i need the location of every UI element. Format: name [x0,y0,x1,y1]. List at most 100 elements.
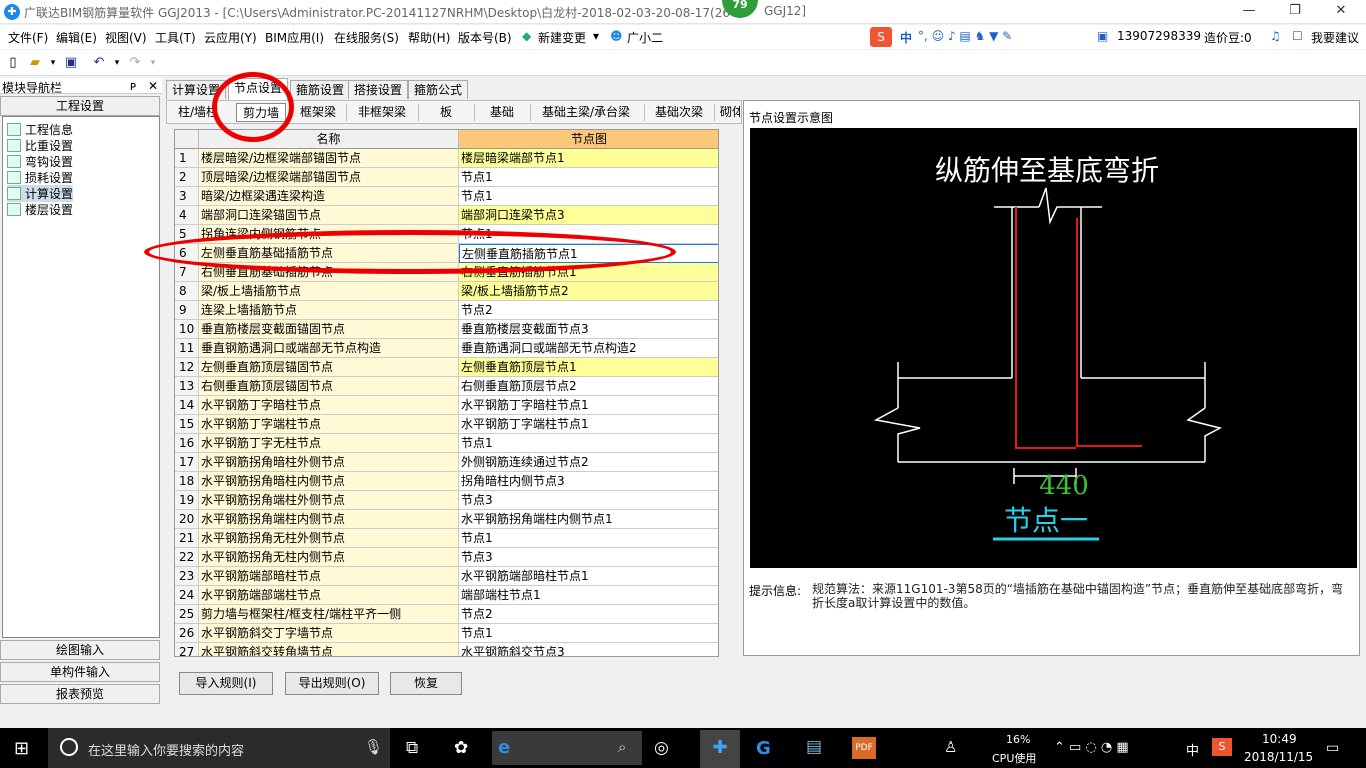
tab-stirrup-settings[interactable]: 箍筋设置 [290,80,351,99]
cost-beans[interactable]: 造价豆:0 [1204,29,1252,46]
taskbar-search[interactable]: 在这里输入你要搜索的内容 🎙 [48,728,390,768]
people-icon[interactable]: ♙ [944,738,957,756]
node-name-cell[interactable]: 左侧垂直筋顶层锚固节点 [199,358,459,377]
nav-item-calc-settings[interactable]: 计算设置 [7,185,74,202]
bell-icon[interactable]: ♫ [1270,29,1281,43]
ime-indicator[interactable]: 中 [1186,740,1199,759]
table-row[interactable]: 2 顶层暗梁/边框梁端部锚固节点 节点1 [175,168,718,187]
row-number[interactable]: 9 [175,301,199,320]
tab-nonframe-beam[interactable]: 非框架梁 [352,103,412,122]
row-number[interactable]: 19 [175,491,199,510]
nav-item-project-info[interactable]: 工程信息 [7,121,73,138]
table-row[interactable]: 16 水平钢筋丁字无柱节点 节点1 [175,434,718,453]
row-number[interactable]: 16 [175,434,199,453]
close-icon[interactable]: ✕ [148,79,158,93]
node-name-cell[interactable]: 水平钢筋斜交丁字墙节点 [199,624,459,643]
row-number[interactable]: 13 [175,377,199,396]
table-row[interactable]: 13 右侧垂直筋顶层锚固节点 右侧垂直筋顶层节点2 [175,377,718,396]
node-name-cell[interactable]: 暗梁/边框梁遇连梁构造 [199,187,459,206]
nav-item-weight[interactable]: 比重设置 [7,137,73,154]
row-number[interactable]: 4 [175,206,199,225]
tab-foundation-secondary-beam[interactable]: 基础次梁 [649,103,709,122]
tab-masonry[interactable]: 砌体 [718,103,740,122]
nav-drawing-input[interactable]: 绘图输入 [0,640,160,660]
suggest-link[interactable]: 我要建议 [1311,29,1359,46]
table-row[interactable]: 3 暗梁/边框梁遇连梁构造 节点1 [175,187,718,206]
chevron-down-icon[interactable]: ▾ [44,54,62,72]
node-diagram-cell[interactable]: 节点1 [459,187,718,206]
ime-tools-icon[interactable]: °, ☺ ♪ ▤ ♞ ▼ ✎ [918,29,1012,43]
notification-icon[interactable]: ▭ [1326,740,1339,756]
user-phone[interactable]: 13907298339 [1117,29,1201,43]
node-diagram-cell[interactable]: 水平钢筋丁字端柱节点1 [459,415,718,434]
node-name-cell[interactable]: 水平钢筋斜交转角墙节点 [199,643,459,656]
node-diagram-cell[interactable]: 左侧垂直筋顶层节点1 [459,358,718,377]
new-file-icon[interactable]: ▯ [4,54,22,72]
table-row[interactable]: 10 垂直筋楼层变截面锚固节点 垂直筋楼层变截面节点3 [175,320,718,339]
table-row[interactable]: 1 楼层暗梁/边框梁端部锚固节点 楼层暗梁端部节点1 [175,149,718,168]
row-number[interactable]: 25 [175,605,199,624]
tab-slab[interactable]: 板 [430,103,462,122]
menu-file[interactable]: 文件(F) [8,29,48,46]
node-diagram-cell[interactable]: 节点1 [459,168,718,187]
microphone-icon[interactable]: 🎙 [364,738,383,756]
nav-section-project-settings[interactable]: 工程设置 [0,96,160,116]
ime-lang[interactable]: 中 [900,29,912,46]
row-number[interactable]: 20 [175,510,199,529]
row-number[interactable]: 14 [175,396,199,415]
row-number[interactable]: 17 [175,453,199,472]
chevron-down-icon[interactable]: ▾ [108,54,126,72]
node-name-cell[interactable]: 楼层暗梁/边框梁端部锚固节点 [199,149,459,168]
undo-icon[interactable]: ↶ [90,54,108,72]
node-name-cell[interactable]: 水平钢筋丁字无柱节点 [199,434,459,453]
menu-edit[interactable]: 编辑(E) [56,29,97,46]
row-number[interactable]: 2 [175,168,199,187]
import-rules-button[interactable]: 导入规则(I) [179,672,273,695]
table-row[interactable]: 9 连梁上墙插筋节点 节点2 [175,301,718,320]
menu-online[interactable]: 在线服务(S) [334,29,399,46]
table-row[interactable]: 8 梁/板上墙插筋节点 梁/板上墙插筋节点2 [175,282,718,301]
row-number[interactable]: 18 [175,472,199,491]
windows-start-icon[interactable]: ⊞ [14,738,29,759]
maximize-button[interactable]: ❐ [1272,0,1318,24]
pinwheel-icon[interactable]: ✿ [454,738,468,758]
table-row[interactable]: 11 垂直钢筋遇洞口或端部无节点构造 垂直筋遇洞口或端部无节点构造2 [175,339,718,358]
tab-foundation-main-beam[interactable]: 基础主梁/承台梁 [536,103,636,122]
node-name-cell[interactable]: 梁/板上墙插筋节点 [199,282,459,301]
sogou-tray-icon[interactable]: S [1212,738,1232,756]
node-name-cell[interactable]: 水平钢筋端部端柱节点 [199,586,459,605]
node-diagram-cell[interactable]: 端部端柱节点1 [459,586,718,605]
node-name-cell[interactable]: 垂直筋楼层变截面锚固节点 [199,320,459,339]
table-row[interactable]: 15 水平钢筋丁字端柱节点 水平钢筋丁字端柱节点1 [175,415,718,434]
node-diagram-cell[interactable]: 外侧钢筋连续通过节点2 [459,453,718,472]
pdf-app-icon[interactable]: PDF [852,737,876,759]
node-diagram-cell[interactable]: 节点2 [459,301,718,320]
chevron-down-icon[interactable]: ▾ [593,29,599,43]
table-row[interactable]: 20 水平钢筋拐角端柱内侧节点 水平钢筋拐角端柱内侧节点1 [175,510,718,529]
nav-item-floor[interactable]: 楼层设置 [7,201,73,218]
ie-browser-button[interactable]: e ⌕ [492,731,642,765]
node-name-cell[interactable]: 水平钢筋丁字端柱节点 [199,415,459,434]
close-button[interactable]: ✕ [1318,0,1364,24]
node-diagram-cell[interactable]: 水平钢筋拐角端柱内侧节点1 [459,510,718,529]
row-number[interactable]: 7 [175,263,199,282]
node-diagram-cell[interactable]: 右侧垂直筋顶层节点2 [459,377,718,396]
task-view-icon[interactable]: ⧉ [406,738,418,758]
node-diagram-cell[interactable]: 水平钢筋斜交节点3 [459,643,718,656]
table-row[interactable]: 17 水平钢筋拐角暗柱外侧节点 外侧钢筋连续通过节点2 [175,453,718,472]
tab-stirrup-formula[interactable]: 箍筋公式 [408,80,469,99]
tab-frame-beam[interactable]: 框架梁 [294,103,342,122]
node-diagram-cell[interactable]: 楼层暗梁端部节点1 [459,149,718,168]
nav-report-preview[interactable]: 报表预览 [0,684,160,704]
ggj-app-icon[interactable]: ✚ [700,730,740,768]
menu-view[interactable]: 视图(V) [105,29,147,46]
table-row[interactable]: 4 端部洞口连梁锚固节点 端部洞口连梁节点3 [175,206,718,225]
menu-cloud[interactable]: 云应用(Y) [204,29,257,46]
menu-assistant[interactable]: 广小二 [627,29,663,46]
tab-lap-settings[interactable]: 搭接设置 [348,80,409,99]
table-row[interactable]: 23 水平钢筋端部暗柱节点 水平钢筋端部暗柱节点1 [175,567,718,586]
nav-item-loss[interactable]: 损耗设置 [7,169,73,186]
row-number[interactable]: 10 [175,320,199,339]
nav-item-hook[interactable]: 弯钩设置 [7,153,73,170]
node-name-cell[interactable]: 水平钢筋拐角无柱内侧节点 [199,548,459,567]
